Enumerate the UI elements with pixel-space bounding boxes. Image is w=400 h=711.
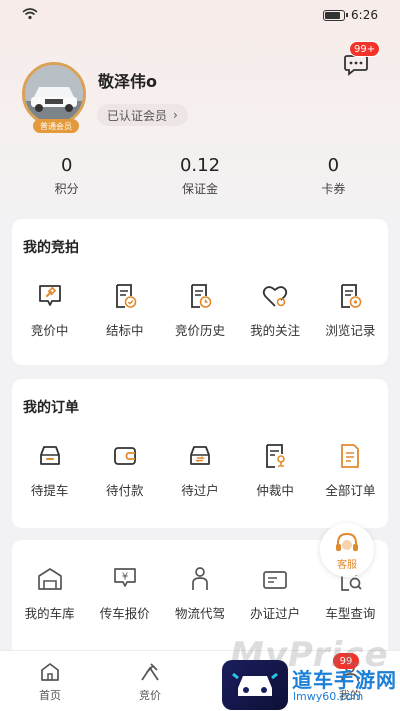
stat-value: 0 — [327, 155, 340, 176]
service-logistics[interactable]: 物流代驾 — [162, 564, 237, 622]
chevron-right-icon: › — [173, 108, 178, 122]
heart-icon — [263, 286, 288, 307]
all-orders-icon — [341, 444, 360, 468]
cell-label: 竞价历史 — [174, 323, 225, 338]
orders-title: 我的订单 — [23, 400, 79, 416]
cell-label: 待付款 — [106, 483, 144, 498]
nav-label: 竞价 — [139, 688, 161, 702]
car-pickup-icon — [39, 446, 60, 465]
cell-label: 物流代驾 — [174, 606, 225, 621]
service-my-garage[interactable]: 我的车库 — [12, 564, 87, 622]
browse-history[interactable]: 浏览记录 — [313, 281, 388, 339]
stat-label: 卡券 — [321, 182, 346, 196]
cell-label: 仲裁中 — [256, 483, 294, 498]
garage-icon — [37, 568, 62, 590]
cell-label: 车型查询 — [325, 606, 376, 621]
nav-label: 首页 — [39, 688, 61, 702]
order-awaiting-transfer[interactable]: 待过户 — [162, 441, 237, 499]
stat-value: 0.12 — [179, 155, 221, 176]
stats-row: 0 积分 0.12 保证金 0 卡券 — [0, 155, 400, 197]
nav-bid[interactable]: 竞价 — [100, 651, 200, 711]
service-price-quote[interactable]: ¥ 传车报价 — [87, 564, 162, 622]
car-transfer-icon — [190, 446, 210, 465]
wifi-icon — [22, 7, 38, 23]
watermark-url: lmwy60.com — [293, 690, 364, 703]
nav-home[interactable]: 首页 — [0, 651, 100, 711]
stat-label: 保证金 — [181, 182, 218, 196]
bidding-card: 我的竞拍 竞价中 结标中 竞价历史 我的关注 浏览记录 — [12, 219, 388, 365]
cell-label: 传车报价 — [99, 606, 150, 621]
order-awaiting-pickup[interactable]: 待提车 — [12, 441, 87, 499]
wallet-icon — [113, 447, 136, 465]
stat-value: 0 — [60, 155, 73, 176]
order-all[interactable]: 全部订单 — [313, 441, 388, 499]
history-document-icon — [191, 284, 212, 308]
cell-label: 竞价中 — [30, 323, 69, 338]
browse-record-icon — [341, 284, 362, 308]
bidding-in-progress[interactable]: 竞价中 — [12, 281, 87, 339]
member-status-button[interactable]: 已认证会员 › — [97, 104, 188, 126]
battery-icon — [323, 9, 349, 21]
svg-text:¥: ¥ — [122, 572, 128, 583]
stat-label: 积分 — [54, 182, 79, 196]
home-icon — [41, 662, 59, 681]
cell-label: 待提车 — [30, 483, 69, 498]
vip-badge: 普通会员 — [33, 119, 79, 133]
service-certificate[interactable]: 办证过户 — [238, 564, 313, 622]
price-quote-icon: ¥ — [113, 568, 136, 587]
car-logo-icon — [232, 672, 278, 696]
customer-service-button[interactable]: 客服 — [320, 523, 374, 577]
auction-hammer-icon — [38, 285, 61, 306]
bid-icon — [141, 662, 159, 680]
stat-deposit[interactable]: 0.12 保证金 — [133, 155, 266, 197]
bidding-closing[interactable]: 结标中 — [87, 281, 162, 339]
member-status-label: 已认证会员 — [107, 108, 168, 123]
cell-label: 我的关注 — [250, 323, 301, 338]
cell-label: 办证过户 — [250, 606, 301, 621]
avatar[interactable] — [22, 62, 86, 126]
cell-label: 结标中 — [106, 323, 144, 338]
customer-service-label: 客服 — [337, 559, 357, 571]
order-arbitration[interactable]: 仲裁中 — [238, 441, 313, 499]
cell-label: 浏览记录 — [325, 323, 376, 338]
headset-icon — [336, 532, 358, 551]
arbitration-icon — [266, 444, 285, 468]
watermark-chinese: 道车手游网 — [292, 668, 397, 692]
cell-label: 待过户 — [181, 483, 219, 498]
cell-label: 我的车库 — [24, 606, 75, 621]
status-bar: 6:26 — [0, 0, 400, 30]
status-time: 6:26 — [351, 8, 378, 22]
orders-card: 我的订单 待提车 待付款 待过户 仲裁中 全部订单 — [12, 379, 388, 528]
message-badge: 99+ — [349, 41, 381, 57]
user-name: 敬泽伟o — [98, 72, 157, 91]
order-awaiting-payment[interactable]: 待付款 — [87, 441, 162, 499]
stat-coupons[interactable]: 0 卡券 — [267, 155, 400, 197]
bidding-title: 我的竞拍 — [23, 240, 79, 256]
my-favorites[interactable]: 我的关注 — [238, 281, 313, 339]
bidding-history[interactable]: 竞价历史 — [162, 281, 237, 339]
watermark-logo — [222, 660, 288, 710]
certificate-icon — [263, 571, 288, 589]
cell-label: 全部订单 — [325, 483, 376, 498]
logistics-icon — [192, 567, 208, 590]
document-check-icon — [115, 284, 137, 308]
stat-points[interactable]: 0 积分 — [0, 155, 133, 197]
